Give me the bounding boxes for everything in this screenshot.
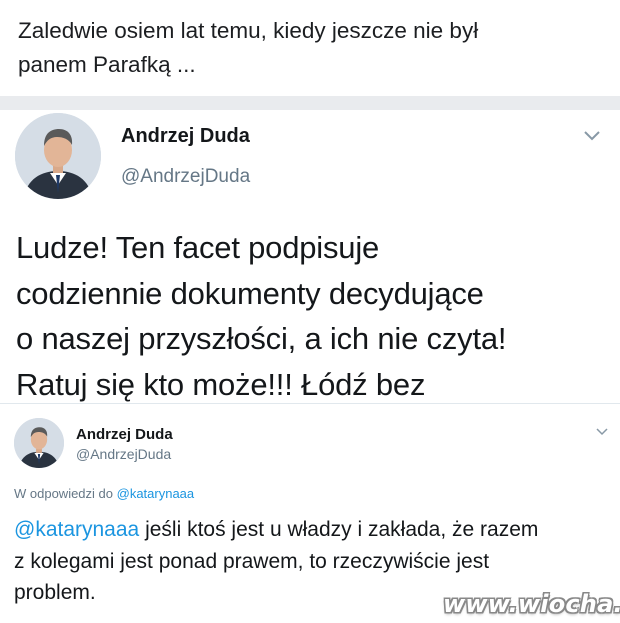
section-divider — [0, 96, 620, 110]
tweet-text-line: Ratuj się kto może!!! Łódź bez — [16, 366, 426, 402]
avatar[interactable] — [15, 113, 101, 199]
tweet-text-fragment: jeśli ktoś jest u władzy i zakłada, że r… — [139, 518, 539, 541]
author-name[interactable]: Andrzej Duda — [121, 125, 250, 148]
tweet-text-line: codziennie dokumenty decydujące — [16, 275, 484, 311]
caption-line-1: Zaledwie osiem lat temu, kiedy jeszcze n… — [18, 18, 479, 43]
chevron-down-icon[interactable] — [583, 130, 601, 142]
avatar[interactable] — [14, 418, 64, 468]
tweet-text-line: o naszej przyszłości, a ich nie czyta! — [16, 321, 507, 356]
reply-prefix: W odpowiedzi do — [14, 486, 113, 501]
profile-photo-icon — [15, 113, 101, 199]
chevron-down-icon[interactable] — [596, 428, 608, 436]
author-handle[interactable]: @AndrzejDuda — [121, 166, 250, 188]
reply-to-link[interactable]: @katarynaaa — [117, 486, 195, 501]
post-caption: Zaledwie osiem lat temu, kiedy jeszcze n… — [18, 14, 608, 82]
tweet-divider — [0, 403, 620, 404]
mention-link[interactable]: @katarynaaa — [14, 518, 139, 541]
author-name[interactable]: Andrzej Duda — [76, 426, 173, 443]
tweet-text-line: Ludze! Ten facet podpisuje — [16, 230, 380, 265]
author-handle[interactable]: @AndrzejDuda — [76, 446, 171, 462]
tweet-text-line: z kolegami jest ponad prawem, to rzeczyw… — [14, 549, 490, 573]
caption-line-2: panem Parafką ... — [18, 52, 196, 77]
tweet-text-line: @katarynaaa jeśli ktoś jest u władzy i z… — [14, 514, 614, 546]
tweet-text: Ludze! Ten facet podpisuje codziennie do… — [16, 225, 616, 407]
reply-context: W odpowiedzi do @katarynaaa — [14, 486, 194, 501]
watermark: www.wiocha.pl — [443, 590, 620, 618]
profile-photo-icon — [14, 418, 64, 468]
